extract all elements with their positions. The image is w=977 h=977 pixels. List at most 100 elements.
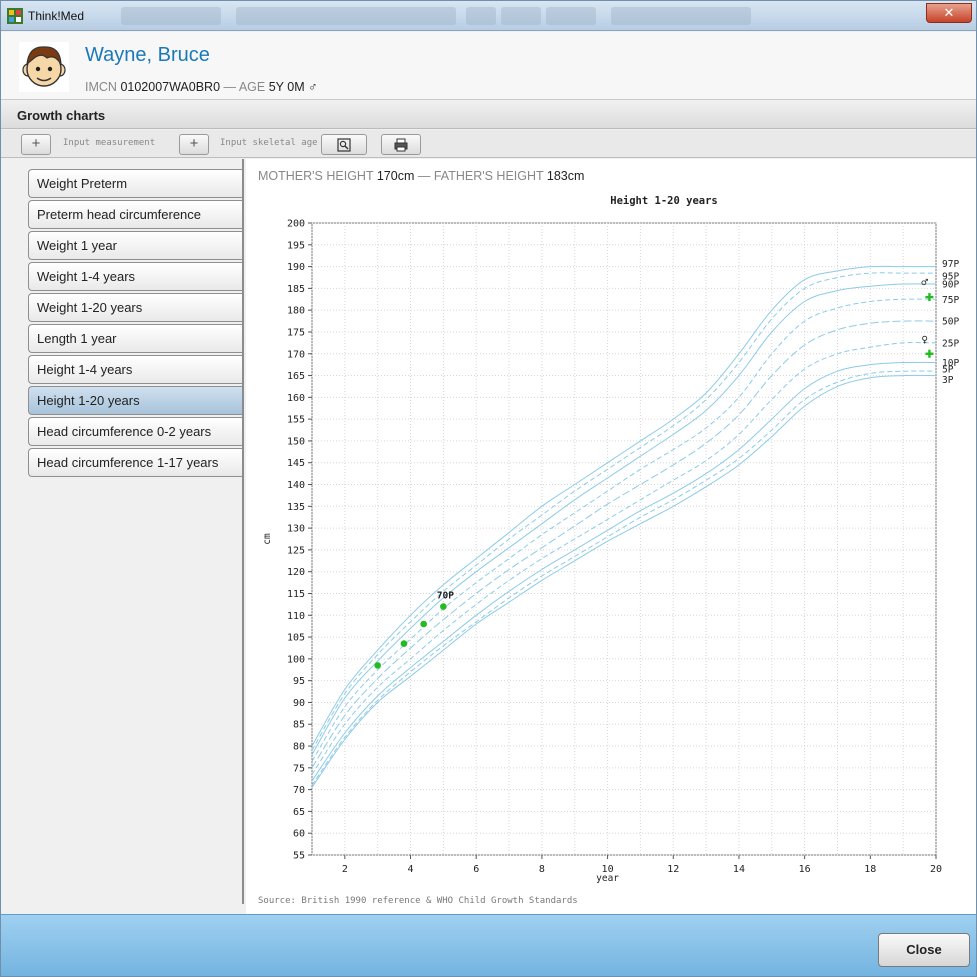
window-close-icon[interactable]: ✕: [926, 3, 972, 23]
add-measurement-button[interactable]: +: [21, 134, 51, 155]
app-window: Think!Med ✕ Wayne, Bruce IMCN 0102007WA0…: [0, 0, 977, 977]
title-blur: [501, 7, 541, 25]
sidebar-item-height-1-20-years[interactable]: Height 1-20 years: [28, 386, 242, 415]
chart-source: Source: British 1990 reference & WHO Chi…: [258, 896, 578, 906]
sidebar-item-weight-1-20-years[interactable]: Weight 1-20 years: [28, 293, 242, 322]
sidebar-item-weight-1-4-years[interactable]: Weight 1-4 years: [28, 262, 242, 291]
y-tick-label: 80: [293, 742, 305, 753]
input-skeletal-age-label[interactable]: Input skeletal age: [220, 138, 318, 148]
chart-list-sidebar: Weight Preterm Preterm head circumferenc…: [1, 159, 244, 904]
x-tick-label: 12: [667, 864, 679, 875]
measurement-point: [420, 620, 427, 628]
plus-icon: +: [189, 135, 199, 152]
x-tick-label: 6: [473, 864, 479, 875]
close-button[interactable]: Close: [878, 933, 970, 967]
y-tick-label: 70: [293, 785, 305, 796]
plot-area: [311, 222, 937, 856]
y-tick-label: 180: [287, 306, 305, 317]
percentile-label-50p: 50P: [942, 317, 959, 328]
y-tick-label: 100: [287, 654, 305, 665]
print-icon: [394, 138, 408, 152]
y-tick-label: 195: [287, 240, 305, 251]
x-tick-label: 16: [799, 864, 811, 875]
percentile-label-5p: 5P: [942, 365, 954, 376]
y-tick-label: 115: [287, 589, 305, 600]
height-growth-chart: 2 4 6 8 10 12 14 16 18 20556065707580859095100105…: [262, 195, 959, 884]
toolbar: + Input measurement + Input skeletal age: [1, 130, 976, 158]
mother-height-marker-v: [928, 349, 931, 358]
title-blur: [546, 7, 596, 25]
y-tick-label: 200: [287, 219, 305, 230]
zoom-icon: [337, 138, 351, 152]
section-title: Growth charts: [17, 108, 106, 123]
measurement-point: [400, 640, 408, 647]
title-blur: [466, 7, 496, 25]
y-tick-label: 165: [287, 371, 305, 382]
sidebar-item-head-circumference-1-17-years[interactable]: Head circumference 1-17 years: [28, 448, 242, 477]
y-tick-label: 85: [293, 720, 305, 731]
imcn-value: 0102007WA0BR0: [120, 80, 221, 94]
y-tick-label: 135: [287, 502, 305, 513]
x-axis-label: year: [596, 873, 619, 884]
y-axis-label: cm: [262, 533, 273, 545]
y-tick-label: 110: [287, 611, 305, 622]
title-blur: [121, 7, 221, 25]
y-tick-label: 75: [293, 763, 305, 774]
title-blur: [611, 7, 751, 25]
y-tick-label: 105: [287, 633, 305, 644]
measurement-percentile-label: 70P: [437, 591, 454, 602]
x-tick-label: 4: [408, 864, 414, 875]
male-icon: ♂: [308, 80, 318, 94]
y-tick-label: 60: [293, 829, 305, 840]
y-tick-label: 185: [287, 284, 305, 295]
y-tick-label: 55: [293, 851, 305, 862]
window-title: Think!Med: [28, 9, 85, 23]
meta-separator: —: [223, 80, 237, 94]
x-tick-label: 20: [930, 864, 942, 875]
measurement-point: [440, 603, 447, 610]
add-skeletal-age-button[interactable]: +: [179, 134, 209, 155]
patient-name: Wayne, Bruce: [85, 44, 210, 66]
father-height-marker-v: [928, 293, 931, 302]
child-avatar-icon: [19, 42, 69, 92]
percentile-label-25p: 25P: [942, 338, 959, 349]
percentile-label-90p: 90P: [942, 280, 959, 291]
sidebar-item-weight-preterm[interactable]: Weight Preterm: [28, 169, 242, 198]
father-height-symbol: ♂: [921, 276, 928, 289]
sidebar-item-height-1-4-years[interactable]: Height 1-4 years: [28, 355, 242, 384]
y-tick-label: 95: [293, 676, 305, 687]
y-tick-label: 140: [287, 480, 305, 491]
footer-bar: Close: [1, 914, 976, 976]
measurement-point: [374, 662, 381, 669]
y-tick-label: 175: [287, 327, 305, 338]
age-label: AGE: [238, 80, 266, 94]
zoom-button[interactable]: [321, 134, 367, 155]
sidebar-item-weight-1-year[interactable]: Weight 1 year: [28, 231, 242, 260]
title-bar: Think!Med ✕: [1, 1, 976, 31]
percentile-label-75p: 75P: [942, 295, 959, 306]
imcn-label: IMCN: [85, 80, 117, 94]
y-tick-label: 125: [287, 545, 305, 556]
print-button[interactable]: [381, 134, 421, 155]
y-tick-label: 130: [287, 524, 305, 535]
y-tick-label: 150: [287, 436, 305, 447]
x-tick-label: 18: [864, 864, 876, 875]
title-blur: [236, 7, 456, 25]
patient-meta: IMCN 0102007WA0BR0 — AGE 5Y 0M ♂: [85, 80, 317, 94]
percentile-label-3p: 3P: [942, 375, 954, 386]
input-measurement-label[interactable]: Input measurement: [63, 138, 155, 148]
age-value: 5Y 0M: [268, 80, 305, 94]
app-logo-icon: [7, 8, 23, 24]
sidebar-item-head-circumference-0-2-years[interactable]: Head circumference 0-2 years: [28, 417, 242, 446]
y-tick-label: 170: [287, 349, 305, 360]
y-tick-label: 90: [293, 698, 305, 709]
section-header: Growth charts: [1, 101, 976, 129]
mother-height-symbol: ♀: [921, 333, 928, 346]
sidebar-item-length-1-year[interactable]: Length 1 year: [28, 324, 242, 353]
x-tick-label: 2: [342, 864, 348, 875]
y-tick-label: 155: [287, 415, 305, 426]
chart-title: Height 1-20 years: [610, 195, 717, 207]
sidebar-item-preterm-head-circumference[interactable]: Preterm head circumference: [28, 200, 242, 229]
percentile-label-97p: 97P: [942, 259, 959, 270]
y-tick-label: 160: [287, 393, 305, 404]
